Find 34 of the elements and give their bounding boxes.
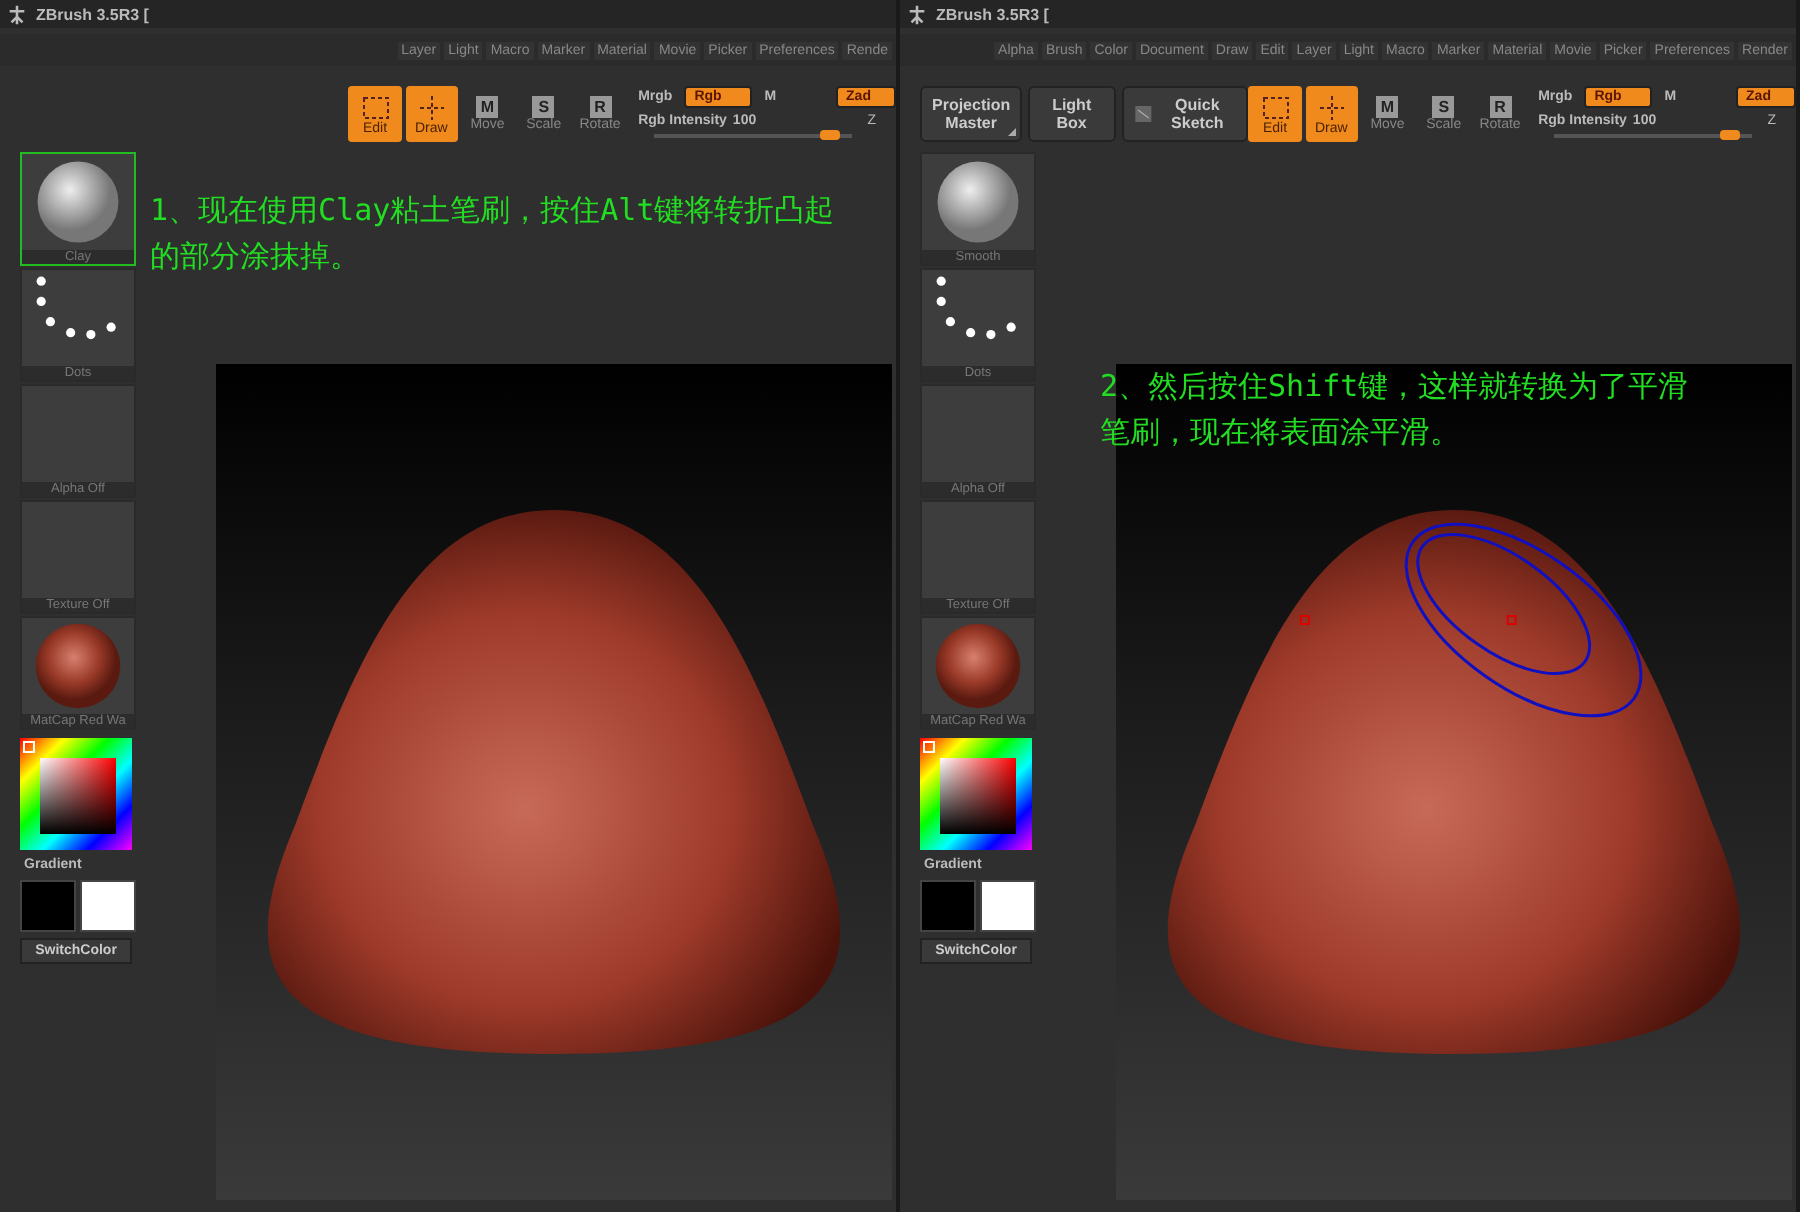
letter-icon: M [1376,96,1399,118]
marker-icon [1299,615,1310,625]
color-swatch[interactable] [80,880,136,932]
brush-cursor-icon [1404,522,1643,718]
crosshair-icon [1315,93,1348,121]
sketch-icon [1133,102,1152,126]
figure-icon [906,3,928,25]
letter-icon: R [589,96,612,118]
toolbar-button[interactable]: Light Box [1028,86,1116,142]
instruction-text: 2、然后按住Shift键，这样就转换为了平滑笔刷，现在将表面涂平滑。 [1100,366,1691,454]
window-title: ZBrush 3.5R3 [ [36,5,149,23]
figure-icon [6,3,28,25]
material-sphere-icon [932,620,1024,712]
color-swatch[interactable] [920,880,976,932]
color-swatch[interactable] [980,880,1036,932]
color-picker[interactable] [920,738,1032,850]
dashed-square-icon [359,93,392,121]
toolbar-button[interactable]: Quick Sketch [1121,86,1249,142]
letter-icon: S [1432,96,1455,118]
instruction-text: 1、现在使用Clay粘土笔刷，按住Alt键将转折凸起的部分涂抹掉。 [150,190,837,278]
brush-sphere-icon [32,156,124,248]
letter-icon: M [476,96,499,118]
brush-sphere-icon [932,156,1024,248]
corner-icon [1008,128,1017,136]
material-sphere-icon [32,620,124,712]
color-picker[interactable] [20,738,132,850]
toolbar-button[interactable]: Projection Master [920,86,1023,142]
crosshair-icon [415,93,448,121]
window-title: ZBrush 3.5R3 [ [936,5,1049,23]
letter-icon: R [1489,96,1512,118]
color-swatch[interactable] [20,880,76,932]
marker-icon [1506,615,1517,625]
dashed-square-icon [1259,93,1292,121]
letter-icon: S [532,96,555,118]
